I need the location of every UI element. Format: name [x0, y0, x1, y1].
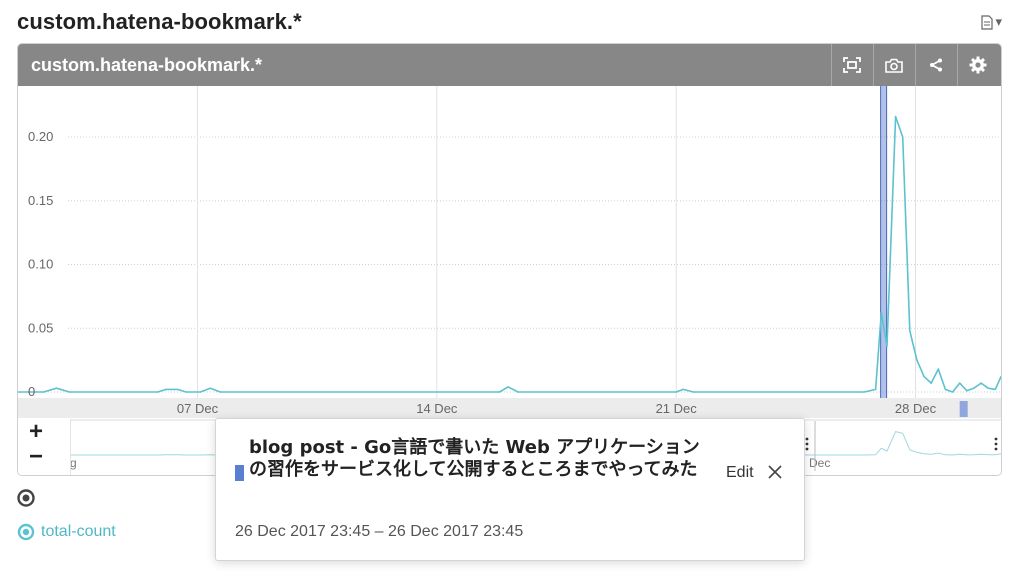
annotation-band: [880, 86, 887, 418]
settings-button[interactable]: [957, 44, 998, 86]
annotation-axis-marker: [959, 401, 968, 417]
graph-panel: custom.hatena-bookmark.* 0 0.05 0.10 0.1…: [17, 43, 1002, 476]
data-point: [165, 388, 167, 391]
document-menu[interactable]: ▾: [981, 14, 1002, 30]
data-point: [880, 312, 883, 314]
data-point: [219, 391, 222, 393]
data-point: [692, 391, 695, 393]
data-point: [199, 391, 202, 393]
close-icon[interactable]: [767, 464, 783, 480]
chevron-down-icon: ▾: [995, 14, 1002, 29]
data-point: [930, 382, 932, 384]
data-point: [209, 387, 212, 389]
x-axis-band: [18, 398, 1001, 418]
legend-toggle-all-icon[interactable]: [17, 489, 37, 509]
snapshot-button[interactable]: [873, 44, 914, 86]
handle-dot: [994, 447, 998, 451]
data-point: [517, 391, 519, 393]
chart-area[interactable]: 0 0.05 0.10 0.15 0.20 07 Dec 14 Dec 21 Dec 28 De…: [18, 86, 1001, 475]
navigator-handle[interactable]: [994, 437, 998, 451]
camera-icon: [885, 58, 903, 73]
data-point: [185, 391, 187, 393]
data-point: [966, 389, 968, 392]
data-point: [951, 391, 954, 393]
data-point: [894, 115, 897, 118]
x-tick-label: 21 Dec: [656, 401, 698, 416]
share-button[interactable]: [915, 44, 956, 86]
data-point: [923, 375, 925, 378]
data-point: [863, 391, 866, 393]
handle-dot: [805, 442, 809, 446]
panel-header: custom.hatena-bookmark.*: [18, 44, 1001, 86]
data-point: [156, 391, 159, 393]
data-point: [973, 387, 975, 389]
data-point: [937, 368, 940, 370]
y-tick-label: 0.20: [28, 129, 53, 144]
zoom-out-button[interactable]: −: [24, 445, 48, 470]
zoom-controls: + −: [18, 419, 71, 475]
data-point: [944, 388, 947, 391]
data-point: [909, 330, 911, 332]
legend-series-icon: [17, 523, 35, 541]
data-point: [55, 387, 58, 389]
x-tick-label: 07 Dec: [177, 401, 219, 416]
handle-dot: [994, 442, 998, 446]
x-tick-label: 14 Dec: [416, 401, 458, 416]
data-point: [994, 388, 997, 391]
data-point: [675, 391, 677, 393]
navigator-handle[interactable]: [805, 437, 809, 451]
handle-dot: [805, 447, 809, 451]
x-tick-label: 28 Dec: [895, 401, 937, 416]
data-point: [987, 387, 989, 389]
zoom-in-button[interactable]: +: [24, 420, 48, 445]
data-point: [874, 388, 877, 391]
data-point: [68, 391, 71, 393]
data-point: [42, 391, 45, 393]
annotation-title: blog post - Go言語で書いた Web アプリケーションの習作をサービ…: [249, 437, 700, 480]
data-point: [682, 388, 685, 391]
navigator-end-label: Dec: [809, 456, 830, 470]
fit-button[interactable]: [831, 44, 872, 86]
handle-dot: [805, 437, 809, 441]
data-point: [916, 359, 918, 361]
document-icon: [981, 14, 994, 30]
share-icon: [930, 58, 942, 72]
annotation-color-marker: [235, 465, 244, 481]
handle-dot: [994, 437, 998, 441]
panel-title: custom.hatena-bookmark.*: [31, 55, 263, 75]
navigator-start-label: g: [70, 456, 77, 470]
data-point: [980, 382, 982, 384]
y-tick-label: 0.05: [28, 320, 53, 335]
y-tick-label: 0.15: [28, 193, 53, 208]
series-line: [18, 115, 1001, 393]
data-point: [507, 386, 509, 388]
data-point: [498, 391, 501, 393]
annotation-popup: blog post - Go言語で書いた Web アプリケーションの習作をサービ…: [215, 418, 805, 561]
legend-series-label: total-count: [41, 523, 116, 540]
y-tick-label: 0.10: [28, 257, 53, 272]
page-title: custom.hatena-bookmark.*: [17, 9, 302, 34]
annotation-time-range: 26 Dec 2017 23:45 – 26 Dec 2017 23:45: [235, 523, 524, 540]
data-point: [886, 345, 888, 347]
fit-icon: [843, 57, 861, 73]
data-point: [901, 136, 904, 138]
legend-item[interactable]: total-count: [17, 523, 116, 541]
y-tick-label: 0: [28, 384, 35, 399]
data-point: [176, 388, 179, 391]
gear-icon: [969, 56, 987, 74]
annotation-edit-button[interactable]: Edit: [726, 464, 754, 482]
data-point: [958, 382, 961, 384]
